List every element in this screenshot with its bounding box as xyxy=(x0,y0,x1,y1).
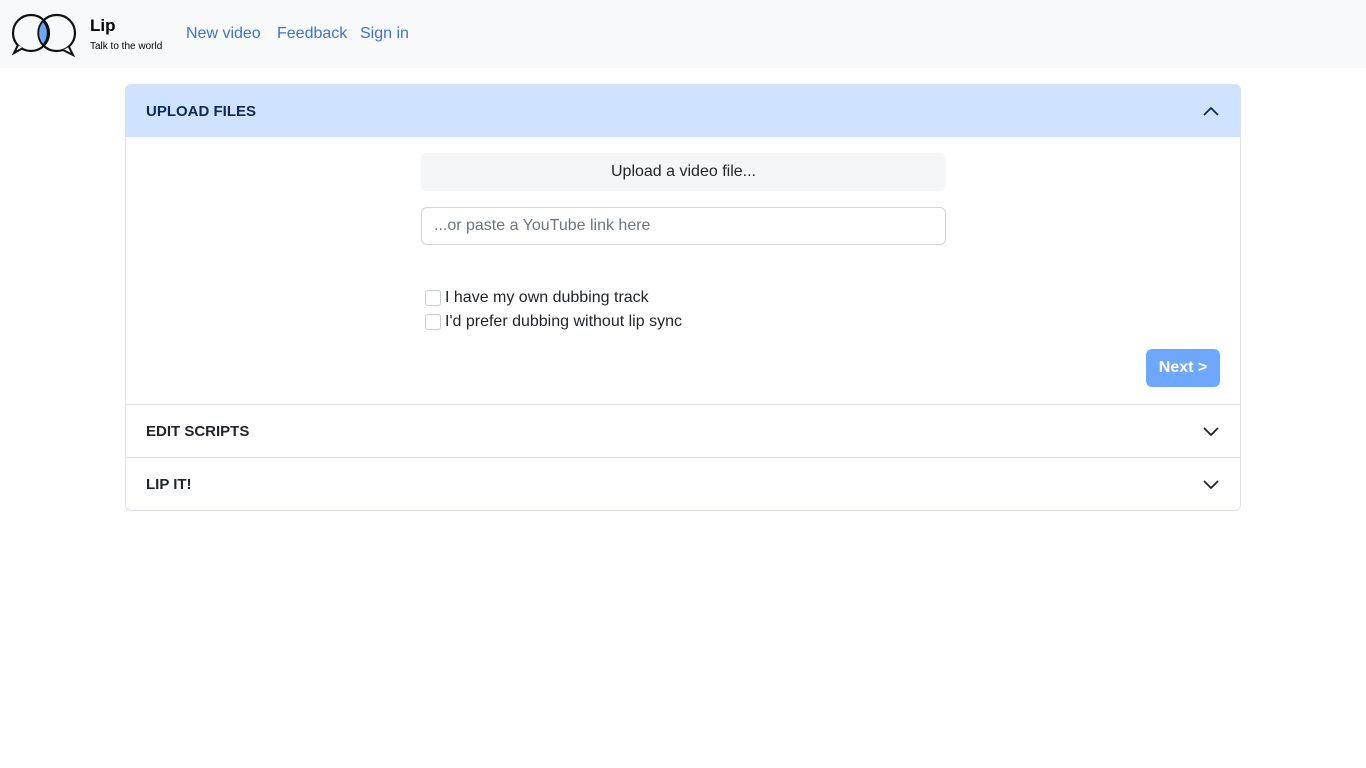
navbar: Lip Talk to the world New video Feedback… xyxy=(0,0,1366,68)
chevron-down-icon xyxy=(1203,427,1219,437)
nav-link-feedback[interactable]: Feedback xyxy=(277,25,347,43)
upload-video-button[interactable]: Upload a video file... xyxy=(421,153,946,191)
steps-accordion: UPLOAD FILES Upload a video file... I ha… xyxy=(125,84,1241,511)
chevron-up-icon xyxy=(1203,106,1219,116)
next-button[interactable]: Next > xyxy=(1146,349,1220,387)
accordion-header-upload-files[interactable]: UPLOAD FILES xyxy=(126,85,1240,137)
own-dubbing-track-checkbox[interactable] xyxy=(425,290,441,306)
accordion-header-edit-scripts[interactable]: EDIT SCRIPTS xyxy=(126,404,1240,457)
accordion-title-lip-it: LIP IT! xyxy=(146,475,192,493)
nav-link-new-video[interactable]: New video xyxy=(186,25,261,43)
no-lip-sync-checkbox[interactable] xyxy=(425,314,441,330)
brand-tagline: Talk to the world xyxy=(90,41,163,52)
chevron-down-icon xyxy=(1203,480,1219,490)
brand-title: Lip xyxy=(90,16,116,35)
youtube-link-input[interactable] xyxy=(421,207,946,245)
logo-icon[interactable] xyxy=(11,13,77,57)
accordion-title-upload-files: UPLOAD FILES xyxy=(146,102,257,120)
nav-link-sign-in[interactable]: Sign in xyxy=(360,25,409,43)
accordion-title-edit-scripts: EDIT SCRIPTS xyxy=(146,422,250,440)
accordion-body-upload-files: Upload a video file... I have my own dub… xyxy=(126,137,1240,404)
own-dubbing-track-label: I have my own dubbing track xyxy=(445,289,649,306)
no-lip-sync-label: I'd prefer dubbing without lip sync xyxy=(445,313,682,330)
own-dubbing-track-option[interactable]: I have my own dubbing track xyxy=(425,289,649,307)
accordion-header-lip-it[interactable]: LIP IT! xyxy=(126,457,1240,510)
no-lip-sync-option[interactable]: I'd prefer dubbing without lip sync xyxy=(425,313,682,331)
